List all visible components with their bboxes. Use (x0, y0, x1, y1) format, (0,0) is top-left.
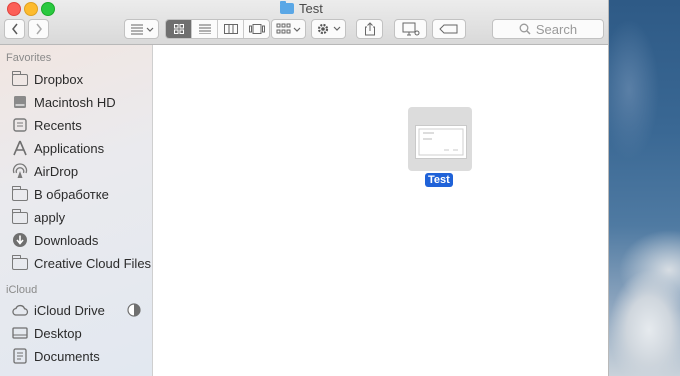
airdrop-icon (11, 163, 29, 179)
forward-button[interactable] (28, 19, 49, 39)
sidebar-item-label: Creative Cloud Files (34, 255, 152, 271)
zoom-window-button[interactable] (41, 2, 55, 16)
sidebar-item-v-obrabotke[interactable]: В обработке (0, 183, 152, 205)
action-button[interactable] (311, 19, 346, 39)
sidebar-item-icloud-drive[interactable]: iCloud Drive (0, 299, 152, 321)
sidebar-item-label: Dropbox (34, 71, 84, 87)
screen-share-icon (402, 22, 419, 36)
sidebar-item-label: AirDrop (34, 163, 79, 179)
recents-icon (11, 117, 29, 133)
sidebar-item-label: В обработке (34, 186, 109, 202)
sidebar-item-documents[interactable]: Documents (0, 345, 152, 367)
folder-icon (11, 71, 29, 87)
sidebar-item-label: Documents (34, 348, 100, 364)
sidebar-item-airdrop[interactable]: AirDrop (0, 160, 152, 182)
column-view-icon (223, 24, 238, 34)
gallery-view-icon (248, 24, 265, 34)
cloud-icon (11, 302, 29, 318)
search-field[interactable]: Search (492, 19, 604, 39)
sidebar-item-macintosh-hd[interactable]: Macintosh HD (0, 91, 152, 113)
arrange-button[interactable] (124, 19, 159, 39)
folder-icon (280, 0, 294, 14)
search-placeholder: Search (535, 21, 578, 37)
desktop-wallpaper (609, 0, 680, 376)
tags-button[interactable] (432, 19, 466, 39)
window-border (608, 0, 609, 376)
sidebar-item-label: iCloud Drive (34, 302, 105, 318)
list-view-button[interactable] (192, 20, 218, 38)
file-browser-area[interactable]: Test (153, 45, 608, 376)
icloud-sync-progress-icon (127, 303, 141, 320)
sidebar-item-label: Applications (34, 140, 105, 156)
gear-icon (317, 23, 340, 35)
file-name-label[interactable]: Test (425, 173, 453, 187)
sidebar-item-label: apply (34, 209, 66, 225)
sidebar-item-label: Macintosh HD (34, 94, 116, 110)
document-preview-icon (418, 128, 464, 156)
documents-icon (11, 348, 29, 364)
sidebar-item-applications[interactable]: Applications (0, 137, 152, 159)
sidebar-item-label: Recents (34, 117, 82, 133)
window-title-label: Test (299, 0, 323, 16)
applications-icon (11, 140, 29, 156)
sidebar-item-label: Downloads (34, 232, 99, 248)
group-icon (276, 23, 300, 34)
minimize-window-button[interactable] (24, 2, 38, 16)
section-title-favorites: Favorites (6, 52, 52, 64)
share-icon (364, 22, 375, 36)
back-button[interactable] (4, 19, 25, 39)
share-button[interactable] (356, 19, 383, 39)
file-thumbnail[interactable] (415, 125, 467, 159)
window-title: Test (280, 0, 323, 16)
sidebar-item-recents[interactable]: Recents (0, 114, 152, 136)
chevron-left-icon (11, 23, 18, 35)
arrange-icon (130, 24, 153, 35)
folder-icon (11, 209, 29, 225)
sidebar-item-dropbox[interactable]: Dropbox (0, 68, 152, 90)
group-button[interactable] (271, 19, 306, 39)
toolbar: Test Search (0, 0, 608, 45)
airdrop-share-button[interactable] (394, 19, 427, 39)
section-title-icloud: iCloud (6, 284, 38, 296)
column-view-button[interactable] (218, 20, 244, 38)
folder-icon (11, 255, 29, 271)
sidebar-item-label: Desktop (34, 325, 82, 341)
sidebar-item-creative-cloud-files[interactable]: Creative Cloud Files (0, 252, 152, 274)
chevron-right-icon (35, 23, 42, 35)
harddisk-icon (11, 94, 29, 110)
sidebar-item-apply[interactable]: apply (0, 206, 152, 228)
tag-icon (439, 24, 458, 34)
folder-icon (11, 186, 29, 202)
downloads-icon (11, 232, 29, 248)
close-window-button[interactable] (7, 2, 21, 16)
gallery-view-button[interactable] (244, 20, 269, 38)
icon-view-icon (173, 24, 184, 34)
desktop-icon (11, 325, 29, 341)
sidebar-item-desktop[interactable]: Desktop (0, 322, 152, 344)
list-view-icon (198, 24, 211, 34)
icon-view-button[interactable] (166, 20, 192, 38)
view-mode-segmented (165, 19, 270, 39)
sidebar: Favorites Dropbox Macintosh HD Recents A… (0, 45, 153, 376)
search-icon (519, 23, 531, 35)
sidebar-item-downloads[interactable]: Downloads (0, 229, 152, 251)
